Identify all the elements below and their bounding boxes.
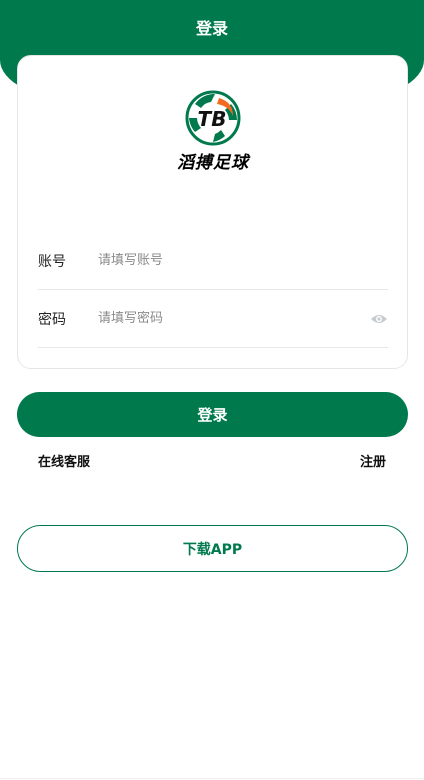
password-input[interactable] — [98, 311, 370, 326]
brand-logo: TB 滔搏足球 — [168, 90, 258, 180]
account-input[interactable] — [98, 253, 388, 268]
password-label: 密码 — [38, 311, 66, 328]
tb-logo-icon: TB — [185, 90, 241, 146]
customer-service-link[interactable]: 在线客服 — [38, 451, 90, 470]
register-link[interactable]: 注册 — [360, 451, 386, 470]
account-label: 账号 — [38, 253, 66, 270]
download-app-button[interactable]: 下载APP — [17, 525, 408, 572]
eye-icon[interactable] — [370, 310, 388, 328]
login-card: TB 滔搏足球 账号 密码 — [17, 55, 408, 369]
brand-name: 滔搏足球 — [177, 153, 249, 173]
account-field: 账号 — [38, 232, 388, 290]
bottom-divider — [0, 778, 424, 779]
password-field: 密码 — [38, 290, 388, 348]
login-button[interactable]: 登录 — [17, 392, 408, 437]
svg-text:TB: TB — [198, 107, 227, 131]
page-title: 登录 — [195, 19, 228, 38]
